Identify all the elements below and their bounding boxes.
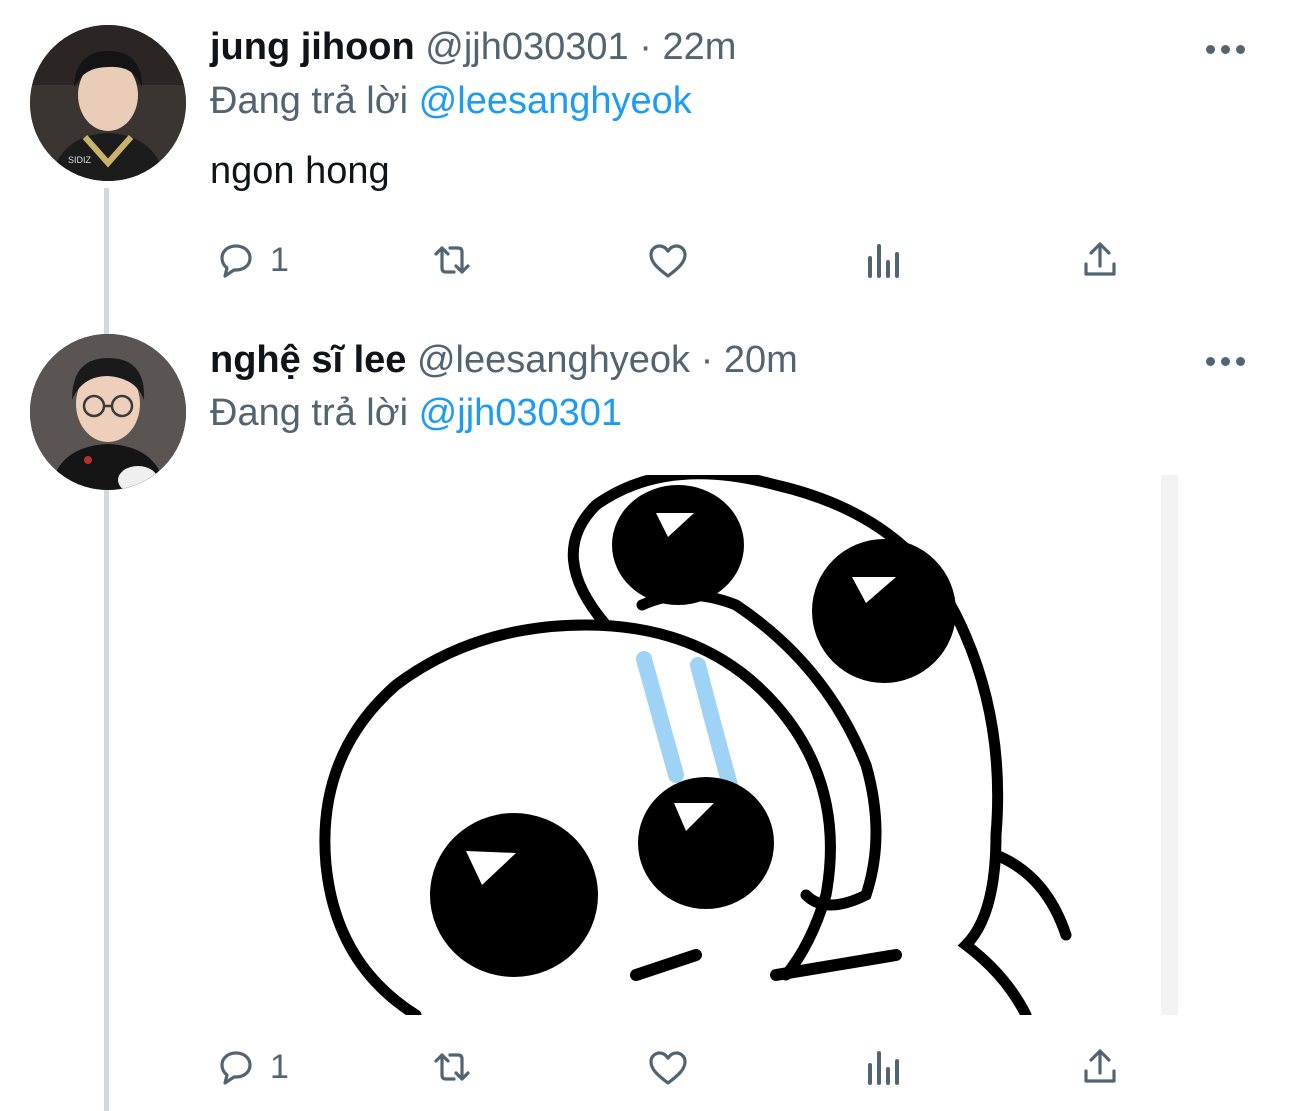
like-icon [649,1051,687,1085]
timestamp[interactable]: 20m [724,339,798,381]
tweet-header: nghệ sĩ lee @leesanghyeok · 20m [210,337,798,383]
like-button[interactable] [644,1042,692,1092]
tweet-header: jung jihoon @jjh030301 · 22m [210,24,736,70]
thread-line [104,490,109,1111]
share-button[interactable] [1076,235,1124,285]
more-icon[interactable] [1206,354,1248,368]
action-bar: 1 [212,1042,1132,1092]
views-button[interactable] [860,1042,908,1092]
views-icon [868,1051,899,1085]
replying-to-label: Đang trả lời [210,80,409,122]
cartoon-sticker [306,475,1178,1015]
display-name[interactable]: nghệ sĩ lee [210,339,406,381]
reply-icon [220,244,252,278]
timestamp[interactable]: 22m [662,26,736,68]
replying-to: Đang trả lời @leesanghyeok [210,78,692,124]
replying-to-label: Đang trả lời [210,392,409,434]
mention-link[interactable]: @jjh030301 [419,392,622,434]
reply-button[interactable]: 1 [212,235,289,285]
retweet-icon [434,1053,470,1081]
thread-line [104,188,109,334]
retweet-button[interactable] [428,235,476,285]
avatar[interactable]: SIDIZ [30,25,186,181]
svg-text:SIDIZ: SIDIZ [68,155,92,165]
action-bar: 1 [212,235,1132,285]
avatar-photo: SIDIZ [30,25,186,181]
share-button[interactable] [1076,1042,1124,1092]
share-icon [1084,242,1116,276]
replying-to: Đang trả lời @jjh030301 [210,390,622,436]
reply-count: 1 [270,1047,289,1086]
reply-button[interactable]: 1 [212,1042,289,1092]
separator-dot: · [639,26,652,68]
mention-link[interactable]: @leesanghyeok [419,80,692,122]
reply-icon [220,1051,252,1085]
avatar-photo [30,334,186,490]
reply-count: 1 [270,240,289,279]
retweet-icon [434,246,470,274]
like-icon [649,244,687,278]
views-button[interactable] [860,235,908,285]
views-icon [868,244,899,278]
avatar[interactable] [30,334,186,490]
like-button[interactable] [644,235,692,285]
user-handle[interactable]: @jjh030301 [425,26,628,68]
retweet-button[interactable] [428,1042,476,1092]
display-name[interactable]: jung jihoon [210,26,415,68]
tweet-media-image[interactable] [306,475,1178,1015]
share-icon [1084,1049,1116,1083]
separator-dot: · [700,339,714,381]
tweet-text: ngon hong [210,150,390,192]
user-handle[interactable]: @leesanghyeok [417,339,690,381]
more-icon[interactable] [1206,42,1248,56]
